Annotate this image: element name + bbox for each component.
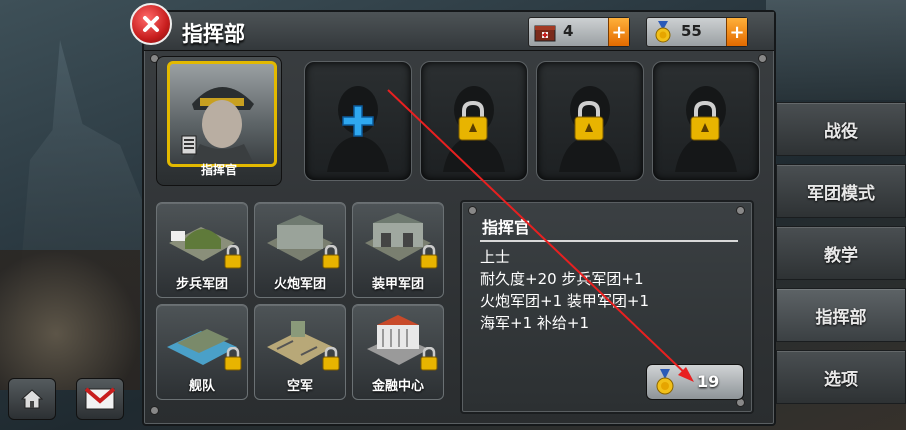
unlock-cost-value: 19 xyxy=(697,372,720,391)
commander-slot-locked[interactable] xyxy=(652,61,760,181)
close-button[interactable] xyxy=(130,3,172,45)
unit-label: 舰队 xyxy=(188,379,215,394)
menu-campaign[interactable]: 战役 xyxy=(776,102,906,156)
padlock-icon xyxy=(322,347,340,371)
commander-label: 指挥官 xyxy=(200,163,237,177)
unit-fleet[interactable]: 舰队 xyxy=(156,304,248,400)
unit-label: 火炮军团 xyxy=(273,277,326,292)
info-text: 上士 耐久度+20 步兵军团+1 火炮军团+1 装甲军团+1 海军+1 补给+1 xyxy=(480,246,649,334)
home-icon xyxy=(21,389,43,409)
supply-value: 4 xyxy=(563,22,574,40)
padlock-icon xyxy=(420,245,438,269)
background-sky xyxy=(766,0,906,100)
menu-options[interactable]: 选项 xyxy=(776,350,906,404)
supply-crate-icon xyxy=(534,25,556,42)
info-title: 指挥官 xyxy=(482,218,531,237)
unit-airforce[interactable]: 空军 xyxy=(254,304,346,400)
add-medal-button[interactable]: + xyxy=(726,18,747,46)
info-rank: 上士 xyxy=(480,248,511,266)
add-supply-button[interactable]: + xyxy=(608,18,629,46)
rivet xyxy=(736,206,745,215)
medal-counter: 55 + xyxy=(646,17,748,47)
menu-tutorial[interactable]: 教学 xyxy=(776,226,906,280)
mail-button[interactable] xyxy=(76,378,124,420)
padlock-icon xyxy=(458,100,488,141)
rivet xyxy=(150,406,159,415)
commander-slot-locked[interactable] xyxy=(536,61,644,181)
supply-counter: 4 + xyxy=(528,17,630,47)
unit-finance-center[interactable]: 金融中心 xyxy=(352,304,444,400)
menu-headquarters[interactable]: 指挥部 xyxy=(776,288,906,342)
padlock-icon xyxy=(574,100,604,141)
panel-title: 指挥部 xyxy=(182,22,245,46)
divider xyxy=(480,240,738,242)
commander-avatar xyxy=(181,87,254,164)
menu-legion-mode[interactable]: 军团模式 xyxy=(776,164,906,218)
rivet xyxy=(468,206,477,215)
unit-label: 装甲军团 xyxy=(371,277,424,292)
padlock-icon xyxy=(224,347,242,371)
commander-card[interactable]: 指挥官 xyxy=(156,56,282,186)
padlock-icon xyxy=(420,347,438,371)
info-bonus-line: 耐久度+20 步兵军团+1 xyxy=(480,270,644,288)
unit-artillery[interactable]: 火炮军团 xyxy=(254,202,346,298)
padlock-icon xyxy=(690,100,720,141)
commander-portrait xyxy=(167,61,277,167)
padlock-icon xyxy=(224,245,242,269)
info-bonus-line: 海军+1 补给+1 xyxy=(480,314,589,332)
info-bonus-line: 火炮军团+1 装甲军团+1 xyxy=(480,292,649,310)
main-menu: 战役 军团模式 教学 指挥部 选项 xyxy=(776,102,906,412)
unit-label: 金融中心 xyxy=(371,379,424,394)
commander-slot-locked[interactable] xyxy=(420,61,528,181)
mail-icon xyxy=(85,387,115,410)
unit-label: 空军 xyxy=(286,379,313,394)
close-icon xyxy=(143,16,159,32)
medal-icon xyxy=(656,369,674,395)
add-plus-icon xyxy=(342,105,374,137)
padlock-icon xyxy=(322,245,340,269)
medal-icon xyxy=(655,21,671,43)
medal-value: 55 xyxy=(681,22,702,40)
home-button[interactable] xyxy=(8,378,56,420)
unit-armor[interactable]: 装甲军团 xyxy=(352,202,444,298)
background-anti-aircraft-gun xyxy=(0,250,140,390)
unlock-cost-button[interactable]: 19 xyxy=(646,364,744,400)
commander-slot-add[interactable] xyxy=(304,61,412,181)
unit-label: 步兵军团 xyxy=(175,277,228,292)
rivet xyxy=(758,54,767,63)
unit-infantry[interactable]: 步兵军团 xyxy=(156,202,248,298)
